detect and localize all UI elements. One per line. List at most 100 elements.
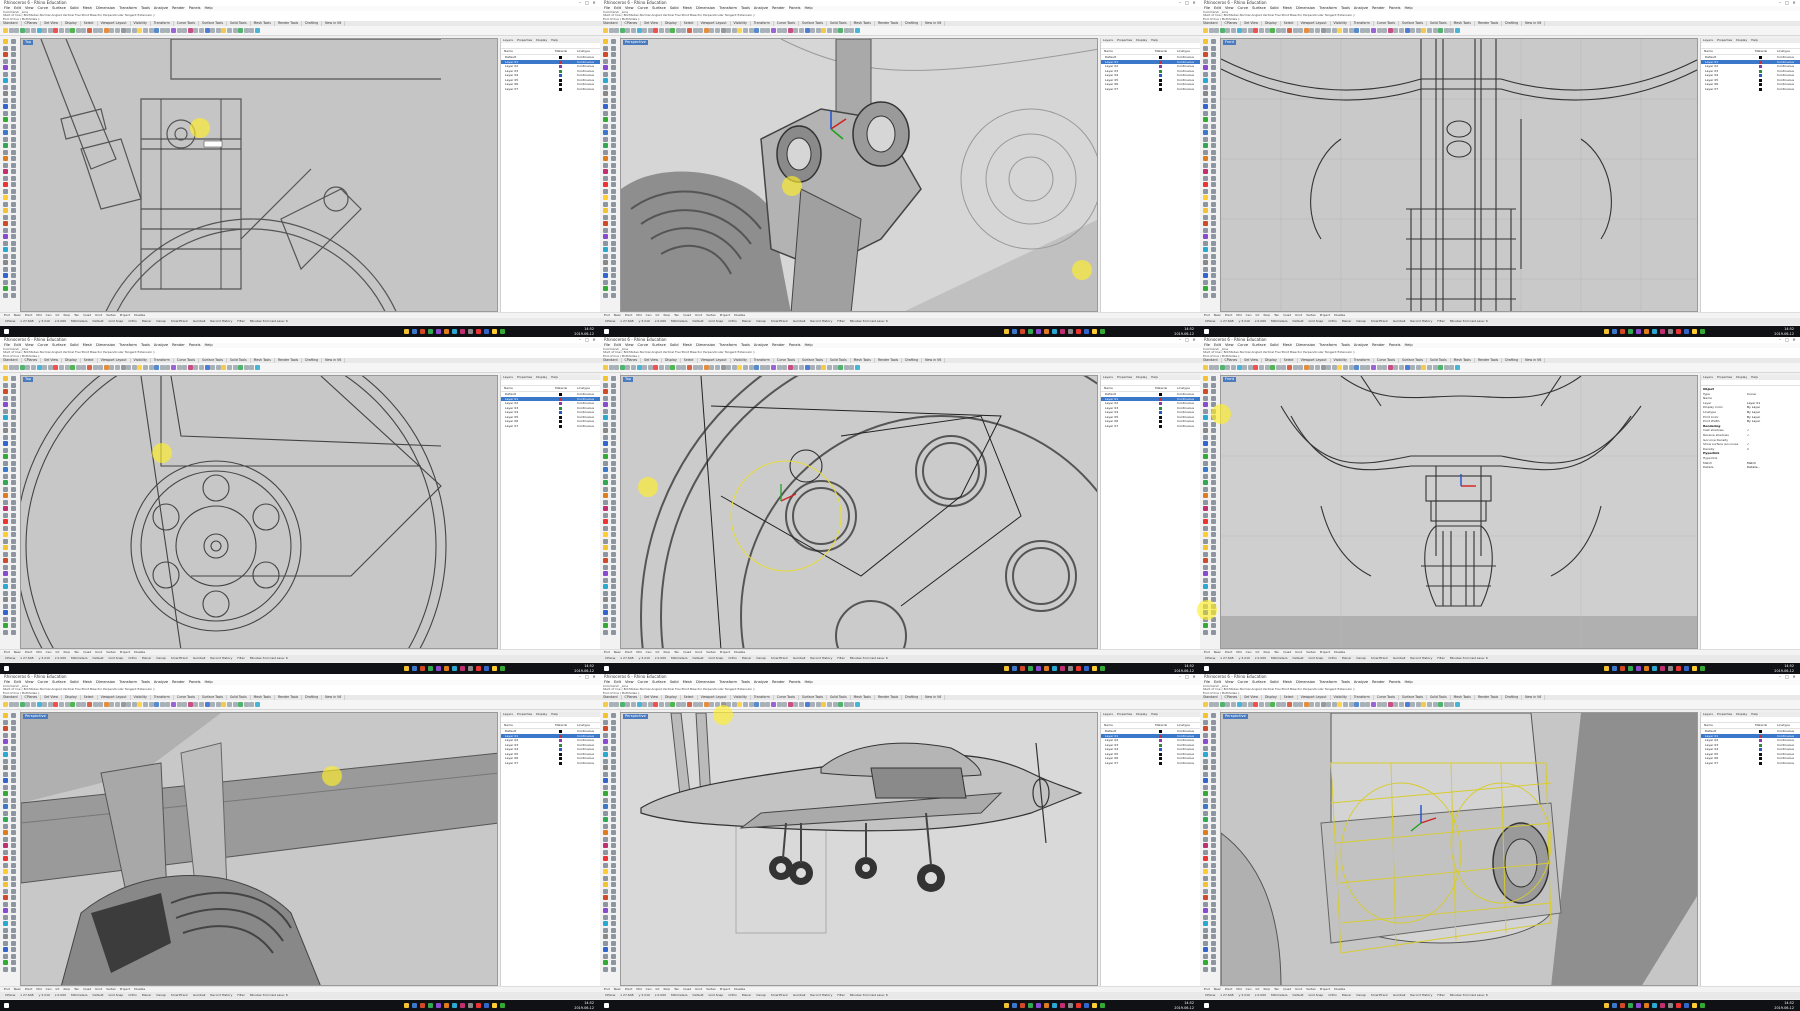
- tool-icon[interactable]: [1211, 428, 1216, 433]
- tool-icon[interactable]: [1365, 28, 1371, 33]
- tool-icon[interactable]: [821, 365, 827, 370]
- tool-icon[interactable]: [1203, 525, 1208, 531]
- panel-tab[interactable]: Layers: [501, 38, 515, 42]
- tool-icon[interactable]: [176, 365, 182, 370]
- start-icon[interactable]: [4, 1003, 9, 1008]
- status-item[interactable]: Planar: [1342, 993, 1351, 997]
- viewport[interactable]: Front: [1220, 38, 1698, 312]
- tool-icon[interactable]: [1203, 45, 1208, 51]
- layer-row[interactable]: Layer 07 Continuous: [501, 87, 600, 92]
- maximize-button[interactable]: □: [1785, 1, 1789, 5]
- tool-icon[interactable]: [1292, 365, 1298, 370]
- tool-icon[interactable]: [1203, 136, 1208, 142]
- osnap-toggle[interactable]: Disable: [134, 313, 145, 317]
- tool-icon[interactable]: [1259, 28, 1264, 33]
- tool-icon[interactable]: [1348, 28, 1354, 33]
- status-item[interactable]: Planar: [142, 993, 151, 997]
- start-icon[interactable]: [4, 329, 9, 334]
- tool-icon[interactable]: [603, 758, 608, 764]
- tool-icon[interactable]: [1203, 208, 1208, 213]
- tool-icon[interactable]: [11, 447, 16, 453]
- tool-icon[interactable]: [1203, 836, 1208, 842]
- tool-icon[interactable]: [3, 52, 8, 57]
- tool-icon[interactable]: [11, 486, 16, 492]
- tool-icon[interactable]: [603, 117, 608, 122]
- status-item[interactable]: Grid Snap: [109, 656, 124, 660]
- panel-tab[interactable]: Help: [549, 375, 560, 379]
- status-item[interactable]: Default: [93, 319, 104, 323]
- taskbar-app-icon[interactable]: [1628, 666, 1633, 671]
- taskbar-app-icon[interactable]: [1036, 1003, 1041, 1008]
- tool-icon[interactable]: [611, 726, 616, 731]
- tool-icon[interactable]: [3, 208, 8, 213]
- tool-icon[interactable]: [603, 506, 608, 511]
- tool-icon[interactable]: [3, 104, 8, 109]
- tool-icon[interactable]: [603, 473, 608, 479]
- tool-icon[interactable]: [793, 365, 799, 370]
- tool-icon[interactable]: [1365, 365, 1371, 370]
- menu-item[interactable]: Edit: [1214, 6, 1221, 10]
- tool-icon[interactable]: [131, 28, 137, 33]
- taskbar-app-icon[interactable]: [1652, 329, 1657, 334]
- tool-icon[interactable]: [726, 28, 732, 33]
- tool-icon[interactable]: [11, 149, 16, 155]
- status-item[interactable]: Default: [1293, 656, 1304, 660]
- tool-icon[interactable]: [743, 28, 748, 33]
- tool-icon[interactable]: [1203, 810, 1208, 816]
- tool-icon[interactable]: [3, 45, 8, 51]
- tool-icon[interactable]: [3, 39, 8, 44]
- tool-icon[interactable]: [611, 577, 616, 583]
- tool-icon[interactable]: [843, 28, 849, 33]
- tool-icon[interactable]: [611, 525, 616, 531]
- tool-icon[interactable]: [603, 901, 608, 907]
- taskbar-app-icon[interactable]: [1004, 666, 1009, 671]
- tool-icon[interactable]: [1242, 365, 1248, 370]
- osnap-toggle[interactable]: Quad: [83, 650, 91, 654]
- menu-item[interactable]: Analyze: [754, 680, 768, 684]
- tool-icon[interactable]: [603, 732, 608, 738]
- tool-icon[interactable]: [3, 512, 8, 518]
- status-item[interactable]: Filter: [1437, 319, 1444, 323]
- status-item[interactable]: Filter: [237, 656, 244, 660]
- panel-tab[interactable]: Display: [1134, 38, 1149, 42]
- tool-icon[interactable]: [11, 156, 16, 161]
- tool-icon[interactable]: [603, 201, 608, 207]
- menu-item[interactable]: Render: [172, 680, 185, 684]
- tool-icon[interactable]: [611, 940, 616, 946]
- taskbar-app-icon[interactable]: [1620, 1003, 1625, 1008]
- tool-icon[interactable]: [1214, 365, 1220, 370]
- tool-icon[interactable]: [92, 702, 98, 707]
- status-item[interactable]: Default: [1293, 319, 1304, 323]
- tool-icon[interactable]: [698, 365, 704, 370]
- menu-item[interactable]: Transform: [719, 680, 737, 684]
- tool-icon[interactable]: [11, 940, 16, 946]
- tool-icon[interactable]: [11, 797, 16, 803]
- tool-icon[interactable]: [1203, 921, 1208, 926]
- tool-icon[interactable]: [1203, 292, 1208, 298]
- panel-tab[interactable]: Help: [1749, 375, 1760, 379]
- layer-color-swatch[interactable]: [559, 761, 562, 765]
- osnap-toggle[interactable]: Quad: [1283, 313, 1291, 317]
- tool-icon[interactable]: [3, 65, 8, 70]
- menu-item[interactable]: Dimension: [96, 680, 115, 684]
- tool-icon[interactable]: [603, 58, 608, 64]
- tool-icon[interactable]: [1211, 52, 1216, 57]
- viewport[interactable]: Top: [20, 38, 498, 312]
- tool-icon[interactable]: [1203, 376, 1208, 381]
- tool-icon[interactable]: [611, 286, 616, 291]
- tool-icon[interactable]: [1203, 791, 1208, 796]
- osnap-toggle[interactable]: Perp: [63, 987, 70, 991]
- status-item[interactable]: Planar: [742, 319, 751, 323]
- taskbar-app-icon[interactable]: [492, 666, 497, 671]
- tool-icon[interactable]: [11, 52, 16, 57]
- tool-icon[interactable]: [11, 162, 16, 168]
- tool-icon[interactable]: [11, 869, 16, 874]
- taskbar-app-icon[interactable]: [1692, 666, 1697, 671]
- taskbar-app-icon[interactable]: [476, 1003, 481, 1008]
- tool-icon[interactable]: [11, 519, 16, 524]
- viewport[interactable]: Perspective: [1220, 712, 1698, 986]
- tool-icon[interactable]: [11, 966, 16, 972]
- taskbar-app-icon[interactable]: [1100, 666, 1105, 671]
- osnap-toggle[interactable]: Point: [1225, 650, 1232, 654]
- tool-icon[interactable]: [787, 365, 793, 370]
